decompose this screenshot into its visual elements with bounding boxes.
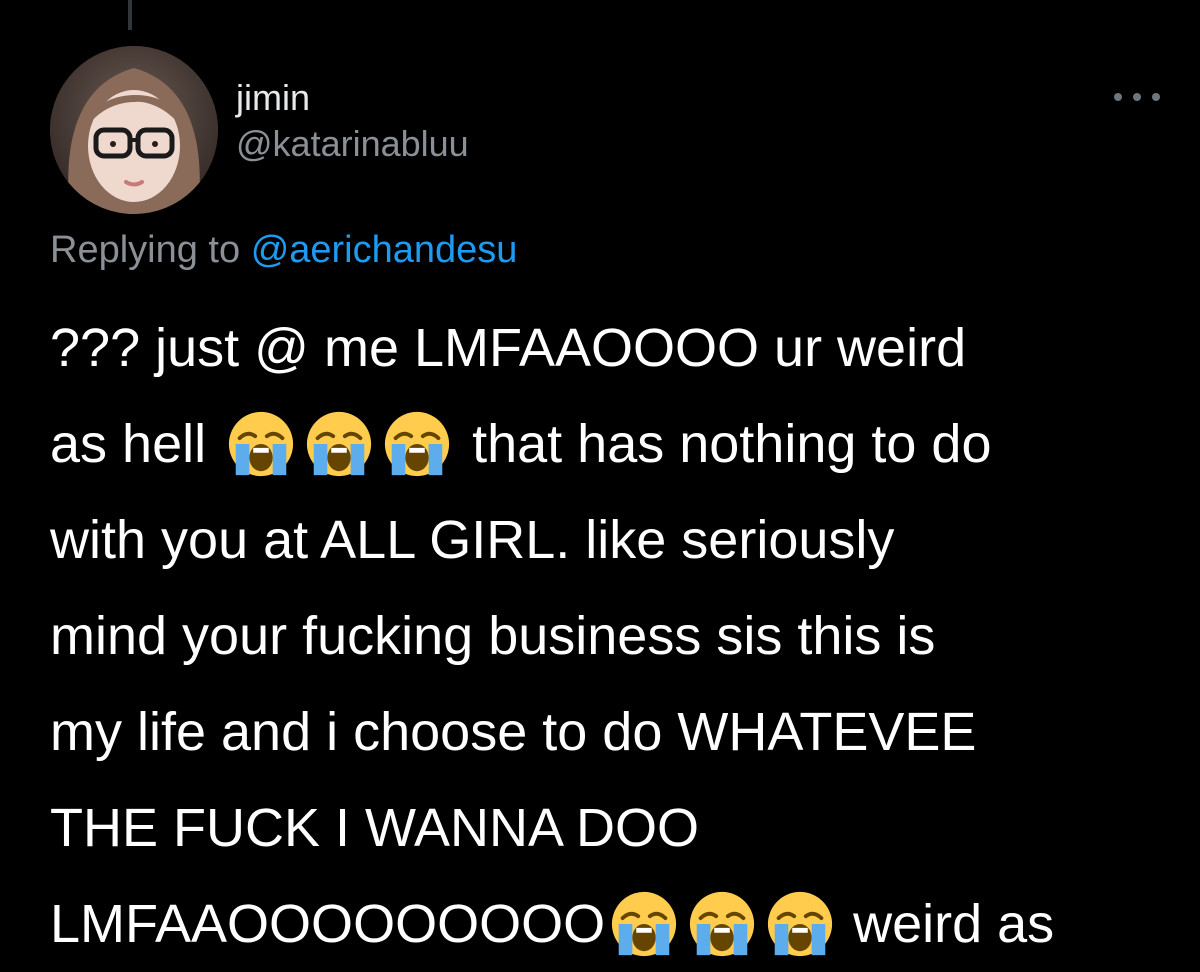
tweet-line: LMFAAOOOOOOOOO weird as: [50, 876, 1170, 972]
tweet-text: ??? just @ me LMFAAOOOO ur weird as hell…: [50, 300, 1170, 972]
display-name[interactable]: jimin: [236, 76, 469, 120]
loudly-crying-face-icon: [765, 889, 835, 959]
emoji-group: [609, 889, 835, 959]
user-handle[interactable]: @katarinabluu: [236, 122, 469, 166]
ellipsis-icon[interactable]: [1114, 82, 1160, 112]
loudly-crying-face-icon: [304, 409, 374, 479]
avatar[interactable]: [50, 46, 218, 214]
ellipsis-dot: [1114, 93, 1122, 101]
ellipsis-dot: [1133, 93, 1141, 101]
replying-mention-link[interactable]: @aerichandesu: [251, 229, 518, 271]
loudly-crying-face-icon: [687, 889, 757, 959]
tweet-line: THE FUCK I WANNA DOO: [50, 780, 1170, 876]
tweet-text-segment: LMFAAOOOOOOOOO: [50, 894, 606, 954]
ellipsis-dot: [1152, 93, 1160, 101]
tweet-header: jimin @katarinabluu: [50, 46, 1160, 218]
tweet-line: ??? just @ me LMFAAOOOO ur weird: [50, 300, 1170, 396]
tweet-line: with you at ALL GIRL. like seriously: [50, 492, 1170, 588]
replying-to: Replying to @aerichandesu: [50, 226, 517, 274]
tweet-text-segment: mind your fucking business sis this is: [50, 606, 936, 666]
loudly-crying-face-icon: [226, 409, 296, 479]
thread-connector-line: [128, 0, 132, 30]
tweet-text-segment: that has nothing to do: [472, 414, 992, 474]
replying-prefix: Replying to: [50, 229, 241, 271]
loudly-crying-face-icon: [609, 889, 679, 959]
tweet-line: as hell that has nothing to do: [50, 396, 1170, 492]
tweet-line: mind your fucking business sis this is: [50, 588, 1170, 684]
tweet-text-segment: as hell: [50, 414, 207, 474]
tweet-text-segment: ??? just @ me LMFAAOOOO ur weird: [50, 318, 967, 378]
tweet-text-segment: with you at ALL GIRL. like seriously: [50, 510, 895, 570]
author-names: jimin @katarinabluu: [236, 76, 469, 166]
tweet-text-segment: THE FUCK I WANNA DOO: [50, 798, 700, 858]
loudly-crying-face-icon: [382, 409, 452, 479]
tweet-text-segment: my life and i choose to do WHATEVEE: [50, 702, 977, 762]
tweet-line: my life and i choose to do WHATEVEE: [50, 684, 1170, 780]
emoji-group: [226, 409, 452, 479]
tweet-text-segment: weird as: [853, 894, 1055, 954]
